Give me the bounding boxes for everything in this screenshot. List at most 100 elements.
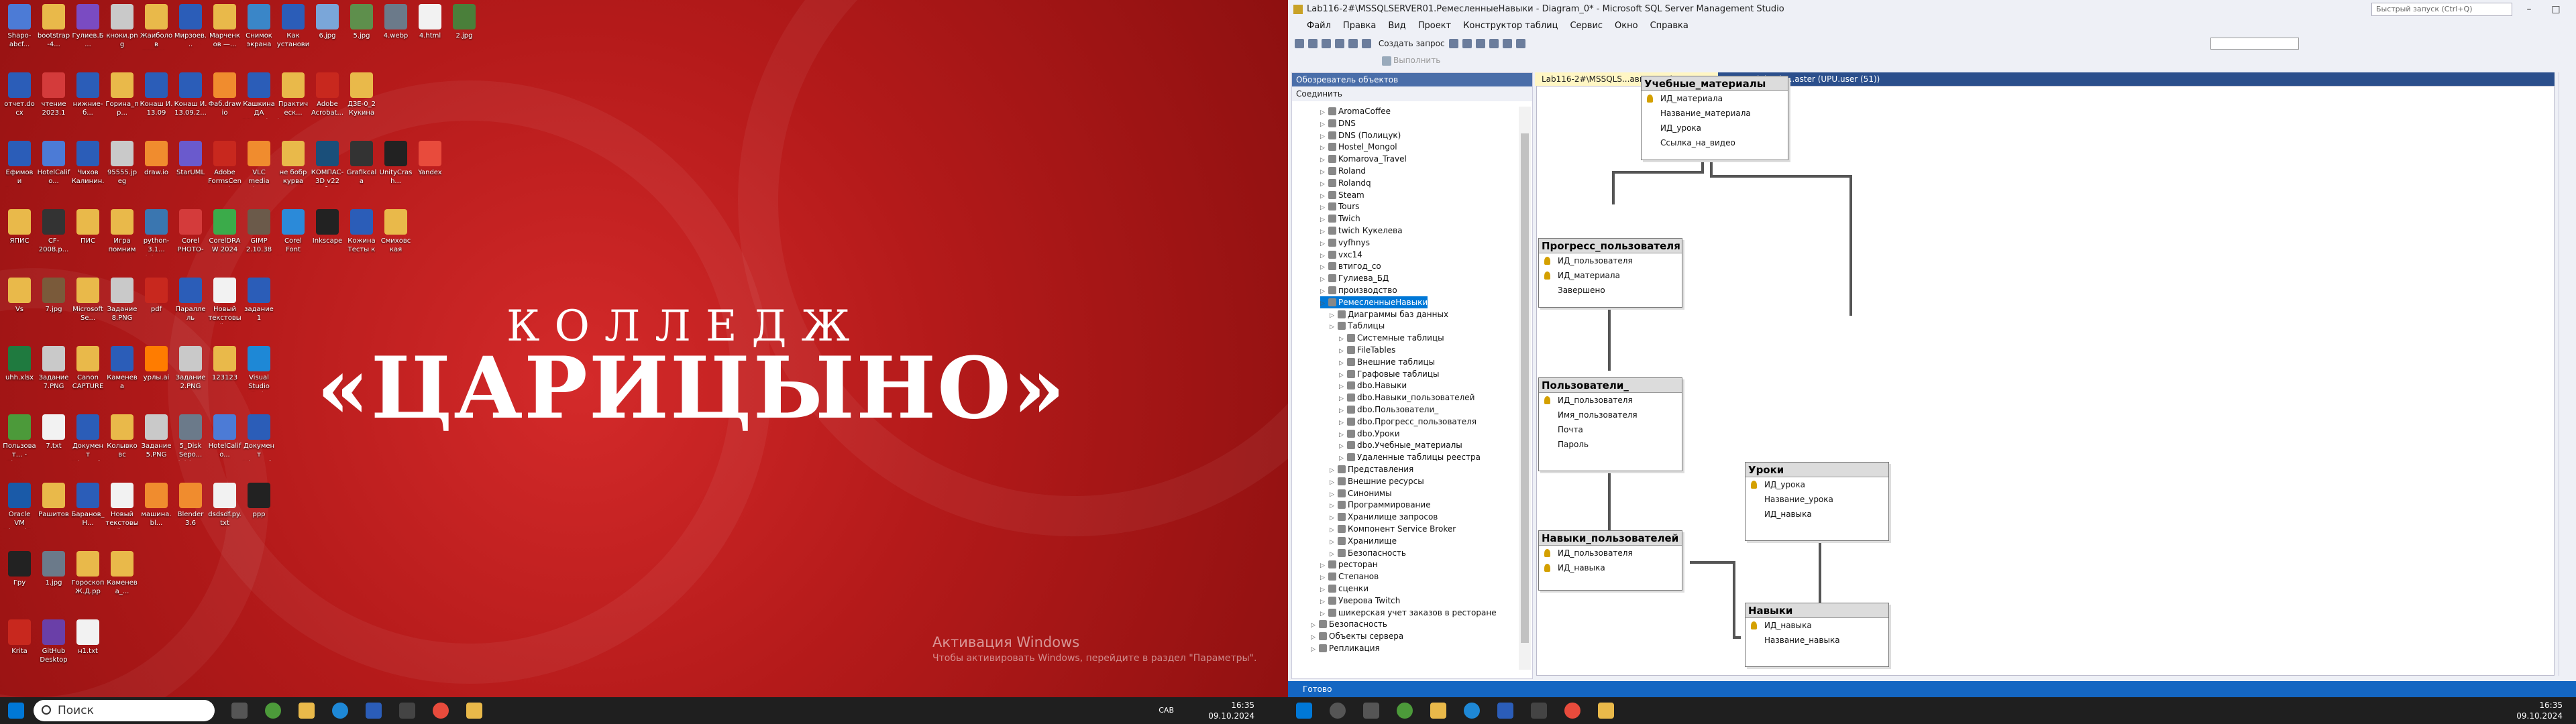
desktop-icon[interactable]: Параллель вычислени... xyxy=(174,275,207,339)
tree-node[interactable]: ▷ dbo.Прогресс_пользователя xyxy=(1339,416,1477,428)
desktop-icon[interactable]: нижние-б... xyxy=(71,70,105,134)
table-column[interactable]: Завершено xyxy=(1539,283,1682,298)
desktop-icon[interactable]: HotelCalifo... xyxy=(208,412,241,476)
table-column[interactable]: ИД_урока xyxy=(1746,477,1888,492)
table-column[interactable]: Почта xyxy=(1539,422,1682,437)
tree-node[interactable]: ▷ РемесленныеНавыки xyxy=(1320,296,1428,308)
desktop-icon[interactable]: uhh.xlsx xyxy=(3,343,36,408)
tree-node[interactable]: ▷ Графовые таблицы xyxy=(1339,368,1440,380)
desktop-icon[interactable]: ЯПИС xyxy=(3,206,36,271)
undo-icon[interactable] xyxy=(1503,39,1513,48)
desktop-icon[interactable]: Inkscape xyxy=(311,206,344,271)
yandex-icon[interactable] xyxy=(433,703,449,719)
paste-icon[interactable] xyxy=(1489,39,1499,48)
table-column[interactable]: ИД_материала xyxy=(1539,268,1682,283)
tree-node[interactable]: ▷ Безопасность xyxy=(1311,618,1387,630)
tree-node[interactable]: ▷ Синонимы xyxy=(1330,487,1392,499)
connect-button[interactable]: Соединить xyxy=(1296,89,1342,99)
desktop-icon[interactable]: Krita xyxy=(3,617,36,681)
desktop-icon[interactable]: Shapo-abcf... xyxy=(3,1,36,66)
desktop-icon[interactable]: кноки.png xyxy=(105,1,139,66)
query-icon[interactable] xyxy=(1449,39,1459,48)
execute-icon[interactable] xyxy=(1382,56,1391,66)
desktop-icon[interactable]: Adobe Acrobat... xyxy=(311,70,344,134)
tree-node[interactable]: ▷ dbo.Навыки_пользователей xyxy=(1339,391,1474,404)
desktop-icon[interactable]: Visual Studio Code xyxy=(242,343,276,408)
desktop-icon[interactable]: HotelCalifo... xyxy=(37,138,70,202)
desktop-icon[interactable]: Каменева xyxy=(105,343,139,408)
tree-node[interactable]: ▷ Rolandq xyxy=(1320,177,1371,189)
taskbar-clock[interactable]: 16:35 09.10.2024 xyxy=(1194,700,1254,721)
desktop-icon[interactable]: CorelDRAW 2024 xyxy=(208,206,241,271)
yandex-icon[interactable] xyxy=(1564,703,1580,719)
desktop-icon[interactable]: Задание 2.PNG xyxy=(174,343,207,408)
taskbar-search[interactable]: Поиск xyxy=(34,700,215,721)
desktop-icon[interactable]: Corel Font Manage... xyxy=(276,206,310,271)
tree-node[interactable]: ▷ Репликация xyxy=(1311,642,1380,654)
desktop-icon[interactable]: Grafikcala xyxy=(345,138,378,202)
tree-node[interactable]: ▷ Roland xyxy=(1320,165,1366,177)
desktop-icon[interactable]: Vs xyxy=(3,275,36,339)
lang-indicator[interactable]: САВ xyxy=(1140,700,1174,721)
desktop-icon[interactable]: чтение 2023.1 xyxy=(37,70,70,134)
table-navyki[interactable]: Навыки ИД_навыка Название_навыка xyxy=(1745,603,1889,667)
menu-item[interactable]: Проект xyxy=(1418,21,1451,31)
object-explorer-scrollbar[interactable] xyxy=(1519,107,1531,670)
execute-button[interactable]: Выполнить xyxy=(1393,52,1440,68)
tree-node[interactable]: ▷ dbo.Навыки xyxy=(1339,379,1407,391)
table-polzovateli[interactable]: Пользователи_ ИД_пользователя Имя_пользова… xyxy=(1538,377,1682,471)
taskbar-clock[interactable]: 16:35 09.10.2024 xyxy=(2502,700,2563,721)
table-column[interactable]: ИД_пользователя xyxy=(1539,546,1682,560)
tree-node[interactable]: ▷ Хранилище xyxy=(1330,535,1397,547)
new-file-icon[interactable] xyxy=(1322,39,1331,48)
new-query-button[interactable]: Создать запрос xyxy=(1379,35,1445,52)
tree-node[interactable]: ▷ Steam xyxy=(1320,189,1364,201)
desktop-icon[interactable]: Кашкина ДА 12.09.docx xyxy=(242,70,276,134)
desktop-icon[interactable]: Yandex xyxy=(413,138,447,202)
desktop-icon[interactable]: 1.jpg xyxy=(37,548,70,613)
tree-node[interactable]: ▷ Компонент Service Broker xyxy=(1330,523,1456,535)
windows-start-icon[interactable] xyxy=(1296,703,1312,719)
explorer-icon[interactable] xyxy=(299,703,315,719)
desktop-icon[interactable]: StarUML xyxy=(174,138,207,202)
desktop-icon[interactable]: Задание 5.PNG xyxy=(140,412,173,476)
table-column[interactable]: Ссылка_на_видео xyxy=(1642,135,1788,150)
tree-node[interactable]: ▷ DNS (Полицук) xyxy=(1320,129,1401,141)
tree-node[interactable]: ▷ Tours xyxy=(1320,200,1359,213)
table-column[interactable]: ИД_навыка xyxy=(1746,507,1888,522)
desktop-icon[interactable]: Ефимов и Александр... xyxy=(3,138,36,202)
desktop-icon[interactable]: Баранов_Н... xyxy=(71,480,105,544)
task-view-icon[interactable] xyxy=(231,703,248,719)
desktop-icon[interactable]: 5.jpg xyxy=(345,1,378,66)
desktop-icon[interactable]: Гулиев.Б... xyxy=(71,1,105,66)
tree-node[interactable]: ▷ Программирование xyxy=(1330,499,1431,511)
desktop-icon[interactable]: 4.html xyxy=(413,1,447,66)
desktop-icon[interactable]: dsdsdf.py.txt xyxy=(208,480,241,544)
table-column[interactable]: ИД_пользователя xyxy=(1539,393,1682,408)
tree-node[interactable]: ▷ Уверова Twitch xyxy=(1320,595,1400,607)
windows-start-icon[interactable] xyxy=(8,703,24,719)
tree-node[interactable]: ▷ ресторан xyxy=(1320,558,1378,570)
menu-item[interactable]: Окно xyxy=(1615,21,1638,31)
minimize-button[interactable]: – xyxy=(2516,0,2542,19)
save-all-icon[interactable] xyxy=(1362,39,1371,48)
table-column[interactable]: Название_урока xyxy=(1746,492,1888,507)
tree-node[interactable]: ▷ dbo.Пользователи_ xyxy=(1339,404,1438,416)
desktop-icon[interactable]: Canon CAPTURE xyxy=(71,343,105,408)
tree-node[interactable]: ▷ DNS xyxy=(1320,117,1356,129)
expand-icon[interactable]: ▷ xyxy=(1330,321,1336,333)
desktop-icon[interactable]: Рашитов xyxy=(37,480,70,544)
expand-icon[interactable]: ▷ xyxy=(1311,644,1318,656)
desktop-icon[interactable]: Каменева_... xyxy=(105,548,139,613)
tree-node[interactable]: ▷ шикерская учет заказов в ресторане xyxy=(1320,607,1497,619)
desktop-icon[interactable]: Конаш И. 13.09 Конс... xyxy=(140,70,173,134)
table-column[interactable]: ИД_материала xyxy=(1642,91,1788,106)
desktop-icon[interactable]: задание 1 проводник... xyxy=(242,275,276,339)
desktop-icon[interactable]: Кожина Тесты к за... xyxy=(345,206,378,271)
tree-node[interactable]: ▷ Представления xyxy=(1330,463,1413,475)
desktop-icon[interactable]: Задание 7.PNG xyxy=(37,343,70,408)
edge-icon[interactable] xyxy=(1464,703,1480,719)
desktop-icon[interactable]: MicrosoftSe... xyxy=(71,275,105,339)
scrollbar-thumb[interactable] xyxy=(1521,133,1529,643)
table-column[interactable]: Имя_пользователя xyxy=(1539,408,1682,422)
